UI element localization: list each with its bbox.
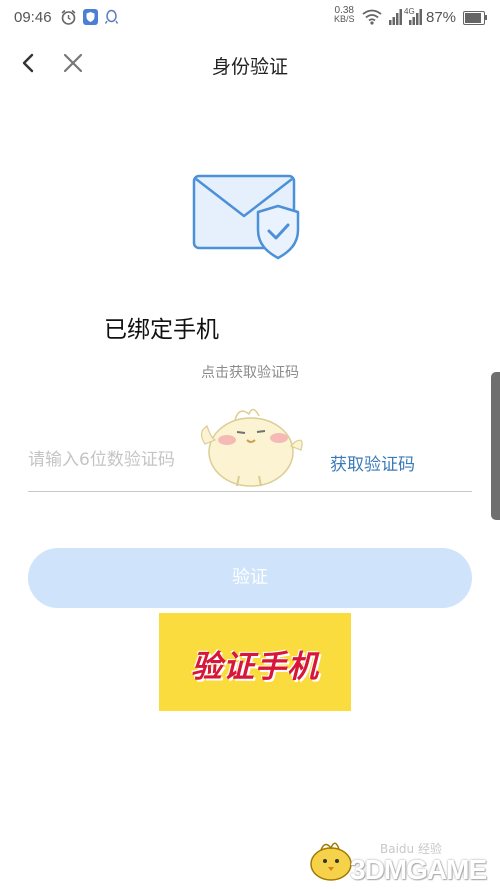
shield-app-icon: [83, 9, 98, 25]
bound-phone-label: 已绑定手机: [104, 317, 219, 343]
status-bar: 09:46 0.38 KB/S 4G 87%: [0, 0, 500, 36]
verify-button[interactable]: 验证: [28, 548, 472, 608]
battery-percent: 87%: [426, 9, 457, 26]
alarm-icon: [61, 9, 76, 25]
battery-tip: [485, 15, 487, 20]
hint-text: 点击获取验证码: [201, 365, 299, 381]
caption-banner: 验证手机: [159, 613, 351, 711]
envelope-shield-icon: [192, 174, 300, 260]
get-code-button[interactable]: 获取验证码: [330, 450, 415, 475]
signal-1-icon: [389, 9, 402, 25]
wifi-icon: [362, 9, 382, 25]
caption-banner-text: 验证手机: [191, 649, 319, 685]
mascot-chick-icon: [200, 408, 303, 487]
net-speed: 0.38 KB/S: [334, 6, 355, 24]
3dmgame-watermark: 3DMGAME: [350, 854, 487, 885]
input-underline: [28, 491, 472, 492]
net-speed-unit: KB/S: [334, 14, 355, 24]
page-title: 身份验证: [211, 56, 288, 78]
status-time: 09:46: [14, 9, 52, 26]
battery-icon: [463, 11, 485, 25]
side-drawer-handle[interactable]: [491, 372, 500, 520]
qq-icon: [104, 9, 119, 24]
signal-2-icon: [409, 9, 422, 25]
battery-level-fill: [465, 13, 481, 23]
